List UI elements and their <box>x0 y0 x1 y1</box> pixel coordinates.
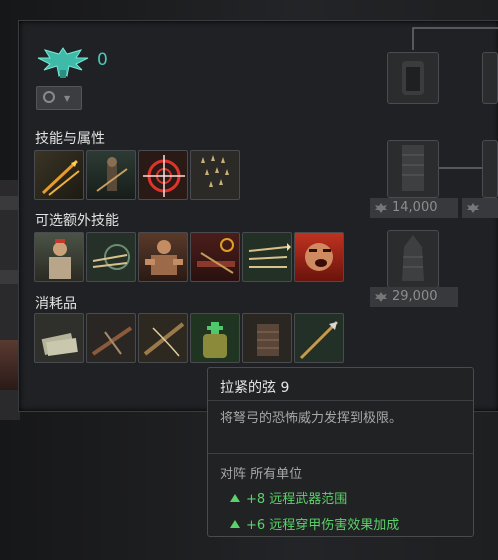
divider <box>208 453 473 454</box>
armor-upgrade-node-3[interactable] <box>387 230 439 288</box>
list-thumbnail <box>0 340 20 390</box>
warrior-strength-icon[interactable] <box>138 232 188 282</box>
crossbow-string-icon[interactable] <box>138 313 188 363</box>
crossbow-icon[interactable] <box>86 313 136 363</box>
bonus-line-1: +8 远程武器范围 <box>230 488 347 507</box>
eagle-emblem-icon <box>37 47 89 78</box>
armor-upgrade-node-2-partial[interactable] <box>482 140 498 198</box>
money-bundle-icon[interactable] <box>34 313 84 363</box>
arrow-up-icon <box>230 494 240 502</box>
cost-label-1: 14,000 <box>370 198 458 218</box>
cost-label-partial <box>462 198 498 218</box>
consumables-row <box>34 313 344 363</box>
crossbow-bolts-target-icon[interactable] <box>86 232 136 282</box>
upgrade-tree: 14,000 29,000 <box>370 20 498 320</box>
bonus-text-2: +6 远程穿甲伤害效果加成 <box>246 518 400 533</box>
chevron-down-icon: ▼ <box>64 94 71 103</box>
eagle-cost-icon <box>375 292 387 302</box>
general-portrait-icon[interactable] <box>34 232 84 282</box>
armor-upgrade-node[interactable] <box>387 52 439 104</box>
skills-section-title: 技能与属性 <box>35 131 105 147</box>
target-reticle-icon[interactable] <box>138 150 188 200</box>
background-list <box>0 180 20 420</box>
cost-value-1: 14,000 <box>392 200 438 215</box>
rank-icon <box>43 91 55 103</box>
spear-bolt-icon[interactable] <box>294 313 344 363</box>
points-count: 0 <box>97 50 108 70</box>
arrow-volley-icon[interactable] <box>190 150 240 200</box>
optional-skills-section-title: 可选额外技能 <box>35 213 119 229</box>
green-medicine-pouch-icon[interactable] <box>190 313 240 363</box>
arrow-up-icon <box>230 520 240 528</box>
optional-skills-row <box>34 232 344 282</box>
tooltip-title: 拉紧的弦 9 <box>220 380 290 396</box>
tooltip-description: 将弩弓的恐怖威力发挥到极限。 <box>220 411 403 426</box>
archer-forest-icon[interactable] <box>86 150 136 200</box>
divider <box>208 400 473 401</box>
crossbow-reload-icon[interactable] <box>190 232 240 282</box>
list-item <box>0 196 18 210</box>
bonus-line-2: +6 远程穿甲伤害效果加成 <box>230 514 399 533</box>
armor-upgrade-node-partial[interactable] <box>482 52 498 104</box>
cost-value-2: 29,000 <box>392 289 438 304</box>
cost-label-2: 29,000 <box>370 287 458 307</box>
skills-row <box>34 150 240 200</box>
triple-bolts-icon[interactable] <box>242 232 292 282</box>
rank-dropdown[interactable]: ▼ <box>36 86 82 110</box>
eagle-cost-icon <box>375 203 387 213</box>
consumables-section-title: 消耗品 <box>35 296 77 312</box>
list-item <box>0 270 18 284</box>
armor-upgrade-node-2[interactable] <box>387 140 439 198</box>
flaming-arrows-icon[interactable] <box>34 150 84 200</box>
lamellar-armor-icon[interactable] <box>242 313 292 363</box>
skill-tooltip: 拉紧的弦 9 将弩弓的恐怖威力发挥到极限。 对阵 所有单位 +8 远程武器范围 … <box>207 367 474 537</box>
eagle-cost-icon <box>467 203 479 213</box>
war-cry-icon[interactable] <box>294 232 344 282</box>
bonus-text-1: +8 远程武器范围 <box>246 492 348 507</box>
tooltip-versus: 对阵 所有单位 <box>220 467 303 482</box>
